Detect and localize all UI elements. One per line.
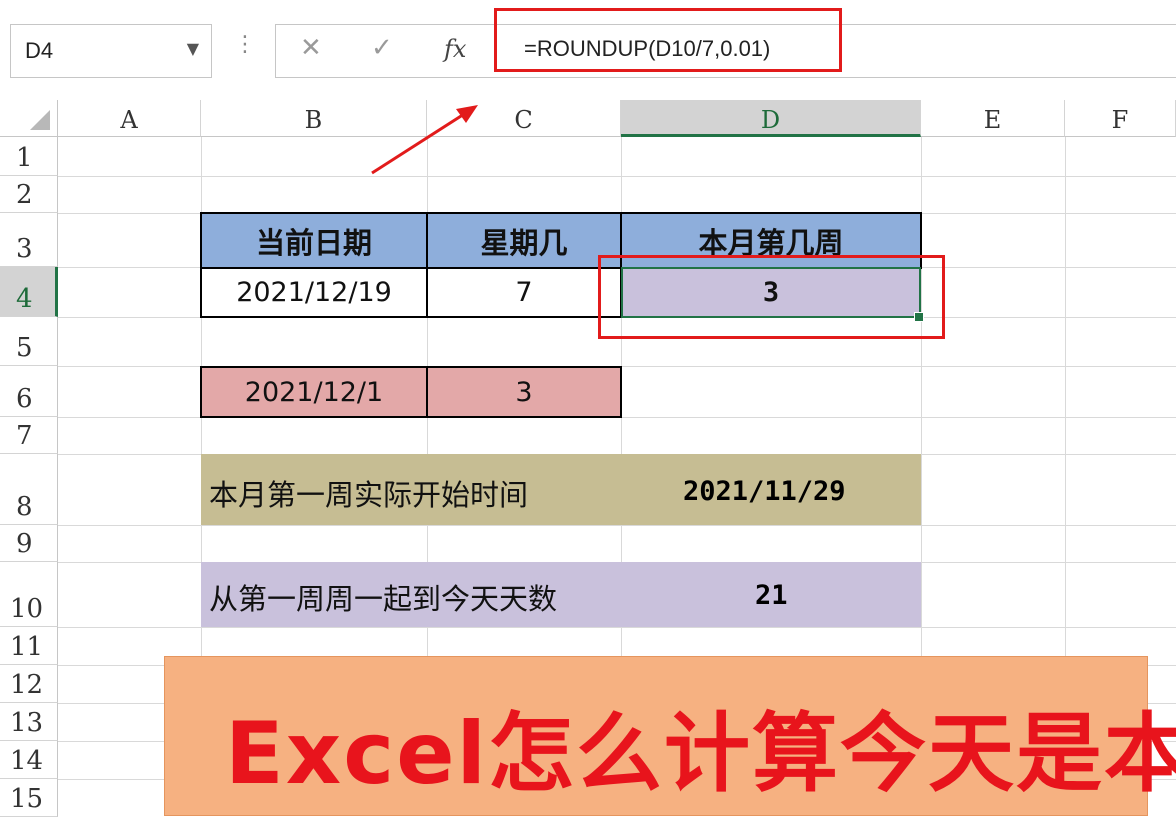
result-highlight-box: [598, 255, 945, 339]
grid-line: [58, 176, 1176, 177]
row-number: 12: [10, 670, 44, 700]
insert-function-icon[interactable]: fx: [444, 37, 466, 61]
enter-icon[interactable]: ✓: [371, 35, 393, 61]
row-number: 11: [10, 632, 44, 662]
name-box-value: D4: [25, 38, 54, 63]
row-number: 1: [16, 143, 33, 173]
column-header-f[interactable]: F: [1065, 100, 1176, 137]
select-all-icon: [30, 110, 50, 130]
row-number: 8: [16, 492, 33, 522]
column-header-a[interactable]: A: [58, 100, 201, 137]
row-header-3[interactable]: 3: [0, 213, 58, 267]
row-number: 14: [10, 746, 44, 776]
days-count-label: 从第一周周一起到今天天数: [209, 582, 558, 616]
cell-c6-weekday[interactable]: 3: [426, 366, 622, 418]
row-number: 7: [16, 421, 33, 451]
row10-merged[interactable]: 从第一周周一起到今天天数 21: [201, 562, 921, 627]
row-header-13[interactable]: 13: [0, 703, 58, 741]
row-header-5[interactable]: 5: [0, 317, 58, 366]
formula-buttons: ✕ ✓ fx: [275, 24, 491, 78]
row-header-1[interactable]: 1: [0, 137, 58, 176]
grid-line: [58, 627, 1176, 628]
grid-line: [58, 525, 1176, 526]
row-number: 13: [10, 708, 44, 738]
formula-highlight-box: [494, 8, 842, 72]
row-header-14[interactable]: 14: [0, 741, 58, 779]
arrow-annotation-icon: [371, 105, 478, 175]
row-number: 5: [16, 333, 33, 363]
row-header-6[interactable]: 6: [0, 366, 58, 417]
row-header-10[interactable]: 10: [0, 562, 58, 627]
name-box[interactable]: D4 ▼: [10, 24, 212, 78]
cell-b6-month-start[interactable]: 2021/12/1: [200, 366, 428, 418]
cell-b4-date[interactable]: 2021/12/19: [200, 267, 428, 318]
header-current-date[interactable]: 当前日期: [200, 212, 428, 269]
row-header-9[interactable]: 9: [0, 525, 58, 562]
row-number: 3: [16, 234, 33, 264]
cell-c4-weekday[interactable]: 7: [426, 267, 622, 318]
first-week-label: 本月第一周实际开始时间: [209, 478, 529, 512]
row8-merged[interactable]: 本月第一周实际开始时间 2021/11/29: [201, 454, 921, 525]
row-number: 10: [10, 594, 44, 624]
chevron-down-icon[interactable]: ▼: [187, 39, 199, 58]
banner-title: Excel怎么计算今天是本: [225, 704, 1176, 804]
row-number: 9: [16, 529, 33, 559]
first-week-value: 2021/11/29: [683, 476, 846, 507]
column-header-e[interactable]: E: [921, 100, 1065, 137]
row-header-8[interactable]: 8: [0, 454, 58, 525]
row-header-7[interactable]: 7: [0, 417, 58, 454]
row-header-2[interactable]: 2: [0, 176, 58, 213]
row-header-15[interactable]: 15: [0, 779, 58, 817]
title-banner: Excel怎么计算今天是本: [164, 656, 1176, 816]
row-number: 15: [10, 784, 44, 814]
column-header-d[interactable]: D: [621, 100, 921, 137]
row-header-4[interactable]: 4: [0, 267, 58, 317]
more-options-icon[interactable]: ⋮: [234, 34, 256, 56]
row-number: 6: [16, 384, 33, 414]
cancel-icon[interactable]: ✕: [300, 35, 322, 61]
row-header-12[interactable]: 12: [0, 665, 58, 703]
row-number: 4: [16, 284, 33, 314]
row-header-11[interactable]: 11: [0, 627, 58, 665]
row-number: 2: [16, 180, 33, 210]
days-count-value: 21: [755, 580, 788, 611]
header-weekday[interactable]: 星期几: [426, 212, 622, 269]
